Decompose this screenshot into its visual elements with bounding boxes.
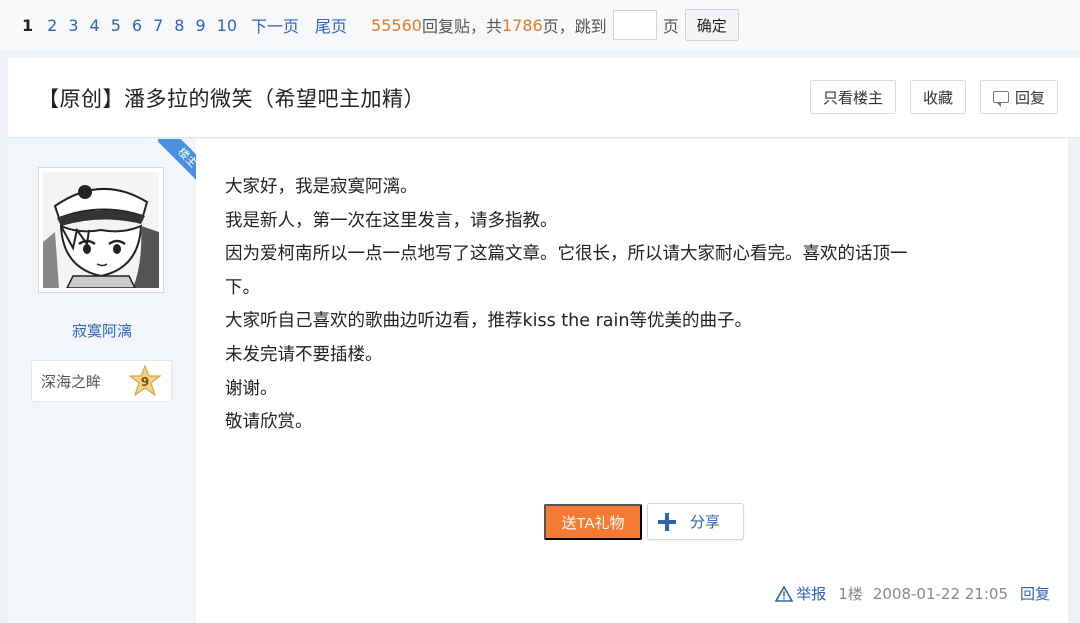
next-page-link[interactable]: 下一页 [251,13,299,37]
post-line: 大家好，我是寂寞阿漓。 [225,177,418,197]
level-name: 深海之眸 [41,372,102,391]
only-op-button[interactable]: 只看楼主 [809,80,896,114]
post-reply-link[interactable]: 回复 [1020,583,1050,604]
post-timestamp: 2008-01-22 21:05 [872,584,1008,603]
post-line: 我是新人，第一次在这里发言，请多指教。 [225,210,558,231]
post-content: 大家好，我是寂寞阿漓。 我是新人，第一次在这里发言，请多指教。 因为爱柯南所以一… [196,139,1068,623]
author-username[interactable]: 寂寞阿漓 [8,320,196,341]
floor-number: 1楼 [838,585,863,603]
post-line: 大家听自己喜欢的歌曲边听边看，推荐kiss the rain等优美的曲子。 [225,311,752,332]
post-line: 敬请欣赏。 [225,412,313,433]
page-link[interactable]: 8 [174,16,184,35]
page-jump-input[interactable] [612,10,657,40]
last-page-link[interactable]: 尾页 [315,13,347,37]
page-link[interactable]: 5 [111,16,121,35]
page-link[interactable]: 7 [153,16,163,35]
level-star-icon: 9 [129,365,161,397]
thread-header: 【原创】潘多拉的微笑（希望吧主加精） 只看楼主 收藏 回复 [8,58,1080,138]
page-link[interactable]: 4 [90,16,100,35]
page-unit-label: 页 [662,17,679,36]
share-label: 分享 [690,514,721,531]
post-meta: 举报 1楼 2008-01-22 21:05 回复 [775,583,1050,604]
share-plus-icon [658,512,676,531]
reply-count: 55560 [371,15,422,35]
page-link[interactable]: 2 [47,16,57,35]
reply-count-label: 回复贴，共 [421,17,502,36]
level-number: 9 [141,375,149,389]
reply-button[interactable]: 回复 [979,80,1058,114]
favorite-button[interactable]: 收藏 [909,80,966,114]
page-count: 1786 [501,15,543,35]
page-link[interactable]: 9 [195,16,205,35]
pagination-bar: 1 2 3 4 5 6 7 8 9 10 下一页 尾页 55560 回复贴，共 … [0,0,1080,50]
page-current: 1 [22,15,34,35]
warning-icon [775,585,794,602]
confirm-button[interactable]: 确定 [684,9,739,41]
page-edge [1068,139,1080,623]
share-button[interactable]: 分享 [647,503,744,540]
report-link[interactable]: 举报 [775,583,826,604]
post-line: 未发完请不要插楼。 [225,344,383,365]
page-jump-label: 页，跳到 [542,17,607,36]
report-label: 举报 [796,585,827,603]
favorite-label: 收藏 [922,89,953,107]
avatar-image [43,172,159,288]
author-panel: 寂寞阿漓 深海之眸 9 [8,139,196,623]
thread-title: 【原创】潘多拉的微笑（希望吧主加精） [38,86,425,111]
thread-actions: 只看楼主 收藏 回复 [796,80,1058,114]
avatar[interactable] [38,167,164,293]
page-link[interactable]: 10 [217,16,237,35]
page-link[interactable]: 3 [68,16,78,35]
post-line: 下。 [225,277,260,298]
level-badge[interactable]: 深海之眸 9 [31,360,172,402]
reply-icon [992,91,1009,107]
page-link[interactable]: 6 [132,16,142,35]
send-gift-button[interactable]: 送TA礼物 [544,504,642,540]
post-line: 谢谢。 [225,378,278,399]
only-op-label: 只看楼主 [822,89,883,107]
post-body: 大家好，我是寂寞阿漓。 我是新人，第一次在这里发言，请多指教。 因为爱柯南所以一… [225,171,1015,440]
post-line: 因为爱柯南所以一点一点地写了这篇文章。它很长，所以请大家耐心看完。喜欢的话顶一 [225,244,908,265]
reply-label: 回复 [1014,89,1045,107]
